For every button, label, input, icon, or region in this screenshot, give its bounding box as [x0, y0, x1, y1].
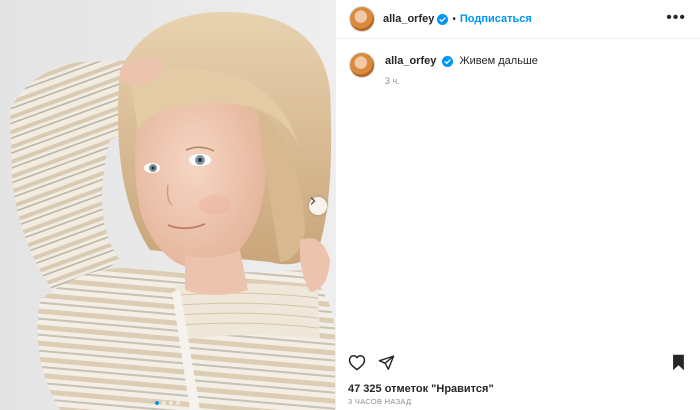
- separator: •: [452, 13, 456, 25]
- post-header: alla_orfey • Подписаться •••: [336, 0, 700, 39]
- likes-count[interactable]: 47 325 отметок "Нравится": [348, 383, 494, 395]
- next-slide-button[interactable]: [309, 197, 327, 215]
- paper-plane-icon: [378, 354, 395, 370]
- author-username[interactable]: alla_orfey: [383, 13, 434, 25]
- carousel-indicator: [0, 401, 335, 405]
- action-bar: [348, 352, 686, 372]
- like-button[interactable]: [348, 354, 366, 371]
- save-button[interactable]: [671, 354, 686, 371]
- post-sidebar: alla_orfey • Подписаться ••• alla_orfey: [335, 0, 700, 410]
- carousel-dot: [169, 401, 173, 405]
- caption-username[interactable]: alla_orfey: [385, 55, 436, 67]
- heart-icon: [348, 354, 366, 370]
- avatar[interactable]: [349, 6, 375, 32]
- bookmark-icon: [673, 354, 684, 370]
- carousel-dot-active: [155, 401, 159, 405]
- post-caption: alla_orfey Живем дальше 3 ч.: [349, 52, 686, 86]
- verified-badge-icon: [437, 13, 449, 25]
- caption-avatar[interactable]: [349, 52, 375, 78]
- more-options-button[interactable]: •••: [666, 10, 686, 26]
- carousel-dot: [162, 401, 166, 405]
- post-timestamp[interactable]: 3 ЧАСОВ НАЗАД: [348, 397, 411, 406]
- verified-badge-icon: [442, 55, 454, 67]
- follow-button[interactable]: Подписаться: [460, 13, 532, 25]
- post-photo: [0, 0, 335, 410]
- instagram-post: alla_orfey • Подписаться ••• alla_orfey: [0, 0, 700, 410]
- carousel-dot: [176, 401, 180, 405]
- caption-timestamp[interactable]: 3 ч.: [385, 76, 538, 86]
- caption-text: Живем дальше: [459, 55, 538, 67]
- chevron-right-icon: [310, 197, 316, 205]
- share-button[interactable]: [378, 354, 395, 371]
- post-media[interactable]: [0, 0, 335, 410]
